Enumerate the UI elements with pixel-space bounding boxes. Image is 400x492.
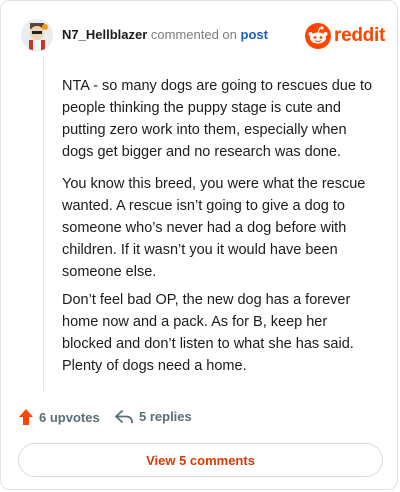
comment-embed-card: N7_Hellblazer commented on post reddit N… — [0, 0, 398, 490]
reddit-wordmark: reddit — [334, 25, 385, 46]
avatar-image-icon — [21, 19, 53, 51]
comment-paragraph: NTA - so many dogs are going to rescues … — [62, 78, 373, 160]
reddit-logo[interactable]: reddit — [305, 21, 385, 51]
comment-header: N7_Hellblazer commented on post reddit — [21, 17, 385, 53]
comment-body: NTA - so many dogs are going to rescues … — [43, 57, 373, 391]
reddit-snoo-icon — [305, 23, 331, 49]
comment-meta: N7_Hellblazer commented on post — [62, 27, 268, 42]
upvote-arrow-icon — [19, 409, 33, 425]
view-comments-button[interactable]: View 5 comments — [18, 443, 383, 477]
replies-count: 5 replies — [139, 409, 192, 424]
upvote-count: 6 upvotes — [39, 409, 100, 425]
comment-paragraph: You know this breed, you were what the r… — [62, 176, 366, 280]
post-link[interactable]: post — [241, 27, 268, 42]
username-link[interactable]: N7_Hellblazer — [62, 27, 147, 42]
replies-button[interactable]: 5 replies — [115, 409, 192, 424]
comment-paragraph: Don’t feel bad OP, the new dog has a for… — [62, 292, 354, 374]
commented-on-text: commented on — [150, 27, 237, 42]
avatar[interactable] — [21, 19, 53, 51]
upvote-button[interactable]: 6 upvotes — [19, 409, 100, 425]
reply-arrow-icon — [115, 409, 133, 423]
